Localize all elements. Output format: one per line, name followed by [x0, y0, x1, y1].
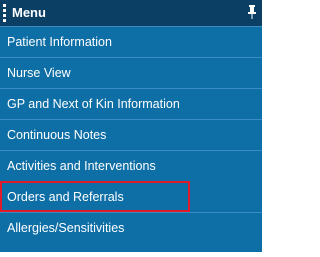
menu-list: Patient Information Nurse View GP and Ne… [0, 26, 262, 243]
menu-item-label: Orders and Referrals [7, 190, 124, 204]
menu-panel: Menu Patient Information Nurse View GP a… [0, 0, 262, 252]
menu-item-label: Allergies/Sensitivities [7, 221, 125, 235]
menu-item-nurse-view[interactable]: Nurse View [0, 57, 262, 88]
menu-item-label: Nurse View [7, 66, 71, 80]
drag-handle-icon[interactable] [3, 4, 6, 22]
menu-item-orders-referrals[interactable]: Orders and Referrals [0, 181, 190, 212]
menu-header[interactable]: Menu [0, 0, 262, 26]
menu-item-continuous-notes[interactable]: Continuous Notes [0, 119, 262, 150]
menu-item-activities-interventions[interactable]: Activities and Interventions [0, 150, 262, 181]
menu-item-gp-next-of-kin[interactable]: GP and Next of Kin Information [0, 88, 262, 119]
menu-item-label: Patient Information [7, 35, 112, 49]
pin-icon[interactable] [246, 3, 258, 21]
menu-item-label: GP and Next of Kin Information [7, 97, 180, 111]
menu-item-allergies-sensitivities[interactable]: Allergies/Sensitivities [0, 212, 262, 243]
menu-item-label: Activities and Interventions [7, 159, 156, 173]
menu-item-label: Continuous Notes [7, 128, 107, 142]
menu-title: Menu [12, 5, 46, 20]
menu-item-patient-information[interactable]: Patient Information [0, 26, 262, 57]
